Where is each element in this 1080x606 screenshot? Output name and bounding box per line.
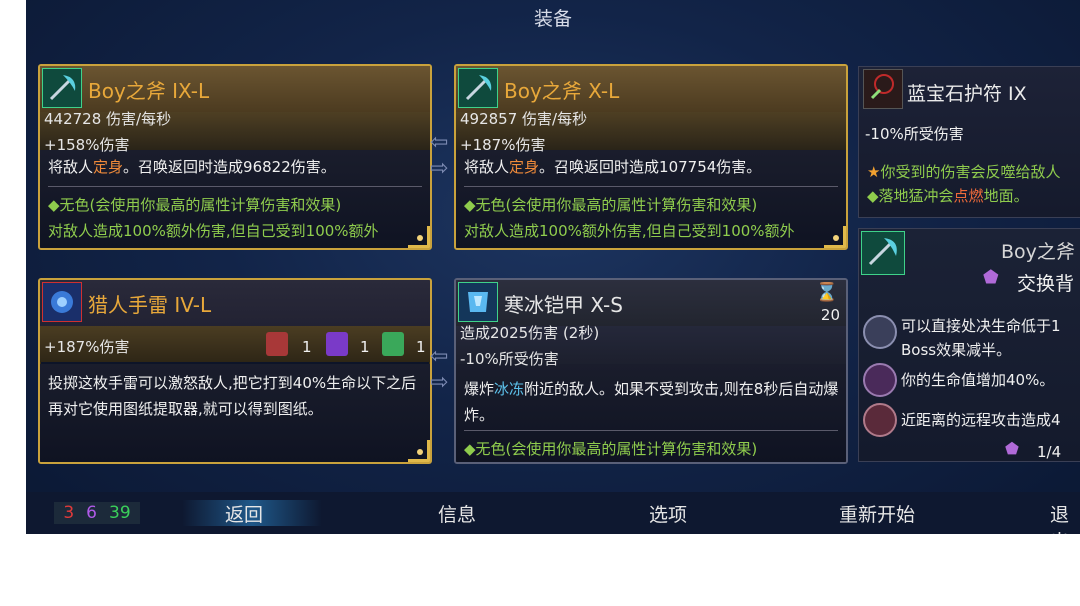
mutation-text: Boss效果减半。: [901, 341, 1012, 359]
corner-ornament: [408, 226, 430, 248]
swap-arrow-right-icon: ⇨: [430, 370, 449, 395]
red-counter: 3: [63, 503, 75, 523]
screen-title: 装备: [533, 8, 572, 30]
scroll-count: 1: [302, 338, 312, 356]
item-name: 蓝宝石护符 IX: [907, 83, 1027, 105]
hourglass-icon: ⌛: [815, 282, 838, 303]
item-name: 猎人手雷 IV-L: [88, 293, 212, 317]
effect-curse: 对敌人造成100%额外伤害,但自己受到100%额外: [464, 222, 795, 240]
damage-bonus: +187%伤害: [460, 136, 546, 154]
dps-stat: 442728 伤害/每秒: [44, 110, 172, 128]
cell-counters: 3 6 39: [54, 502, 140, 524]
item-card-grenade[interactable]: 猎人手雷 IV-L +187%伤害 1 1 1 投掷这枚手雷可以激怒敌人,把它打…: [38, 278, 432, 464]
effect-reflect: ★你受到的伤害会反噬给敌人: [867, 163, 1061, 181]
item-description: 将敌人定身。召唤返回时造成96822伤害。: [48, 158, 336, 176]
corner-ornament: [408, 440, 430, 462]
damage-reduction: -10%所受伤害: [865, 125, 964, 143]
panel-title: Boy之斧: [1001, 241, 1075, 263]
mutation-ranged-icon: [863, 403, 897, 437]
dps-stat: 492857 伤害/每秒: [460, 110, 588, 128]
item-description: 将敌人定身。召唤返回时造成107754伤害。: [464, 158, 762, 176]
brutality-scroll-icon: [266, 332, 288, 356]
corner-ornament: [824, 226, 846, 248]
item-name: Boy之斧 X-L: [504, 79, 620, 103]
menu-back-button[interactable]: 返回: [225, 500, 263, 527]
effect-colorless: ◆无色(会使用你最高的属性计算伤害和效果): [464, 196, 758, 214]
scroll-count: 1: [360, 338, 370, 356]
item-card-axe-ix[interactable]: Boy之斧 IX-L 442728 伤害/每秒 +158%伤害 将敌人定身。召唤…: [38, 64, 432, 250]
damage-bonus: +187%伤害: [44, 338, 130, 356]
cooldown-timer: 20: [820, 306, 840, 324]
swap-backpack-label[interactable]: 交换背: [1017, 269, 1074, 296]
mutation-health-icon: [863, 363, 897, 397]
menu-restart-button[interactable]: 重新开始: [839, 500, 915, 527]
mutation-text: 近距离的远程攻击造成4: [901, 411, 1061, 429]
menu-options-button[interactable]: 选项: [649, 500, 687, 527]
swap-arrow-right-icon: ⇨: [430, 156, 449, 181]
weapon-detail-panel: Boy之斧 ⬟ 交换背 可以直接处决生命低于1 Boss效果减半。 你的生命值增…: [858, 228, 1080, 462]
damage-stat: 造成2025伤害 (2秒): [460, 324, 600, 342]
item-card-amulet[interactable]: 蓝宝石护符 IX -10%所受伤害 ★你受到的伤害会反噬给敌人 ◆落地猛冲会点燃…: [858, 66, 1080, 218]
menu-info-button[interactable]: 信息: [438, 500, 476, 527]
grenade-icon: [42, 282, 82, 322]
item-name: 寒冰铠甲 X-S: [504, 293, 623, 317]
divider: [464, 186, 838, 187]
effect-ignite: ◆落地猛冲会点燃地面。: [867, 187, 1029, 205]
backpack-icon: ⬟: [1005, 439, 1019, 458]
effect-colorless: ◆无色(会使用你最高的属性计算伤害和效果): [48, 196, 342, 214]
swap-arrow-left-icon: ⇦: [430, 344, 449, 369]
axe-icon: [42, 68, 82, 108]
tactics-scroll-icon: [326, 332, 348, 356]
effect-colorless: ◆无色(会使用你最高的属性计算伤害和效果): [464, 440, 758, 458]
damage-bonus: +158%伤害: [44, 136, 130, 154]
axe-icon: [458, 68, 498, 108]
menu-quit-button[interactable]: 退出: [1050, 500, 1080, 534]
green-counter: 39: [109, 503, 131, 523]
amulet-icon: [863, 69, 903, 109]
swap-arrow-left-icon: ⇦: [430, 130, 449, 155]
item-description: 爆炸冰冻附近的敌人。如果不受到攻击,则在8秒后自动爆炸。: [464, 380, 839, 424]
survival-scroll-icon: [382, 332, 404, 356]
axe-icon: [861, 231, 905, 275]
game-screen: 装备 Boy之斧 IX-L 442728 伤害/每秒 +158%伤害 将敌人定身…: [26, 0, 1080, 534]
mutation-text: 可以直接处决生命低于1: [901, 317, 1061, 335]
mutation-execute-icon: [863, 315, 897, 349]
item-card-axe-x[interactable]: Boy之斧 X-L 492857 伤害/每秒 +187%伤害 将敌人定身。召唤返…: [454, 64, 848, 250]
swap-backpack-icon: ⬟: [983, 267, 999, 288]
damage-reduction: -10%所受伤害: [460, 350, 559, 368]
item-name: Boy之斧 IX-L: [88, 79, 210, 103]
divider: [48, 186, 422, 187]
purple-counter: 6: [86, 503, 97, 523]
item-card-ice-armor[interactable]: 寒冰铠甲 X-S ⌛ 20 造成2025伤害 (2秒) -10%所受伤害 爆炸冰…: [454, 278, 848, 464]
divider: [464, 430, 838, 431]
page-indicator: 1/4: [1037, 443, 1062, 461]
scroll-count: 1: [416, 338, 426, 356]
mutation-text: 你的生命值增加40%。: [901, 371, 1055, 389]
ice-armor-icon: [458, 282, 498, 322]
effect-curse: 对敌人造成100%额外伤害,但自己受到100%额外: [48, 222, 379, 240]
item-description: 投掷这枚手雷可以激怒敌人,把它打到40%生命以下之后再对它使用图纸提取器,就可以…: [48, 374, 417, 418]
